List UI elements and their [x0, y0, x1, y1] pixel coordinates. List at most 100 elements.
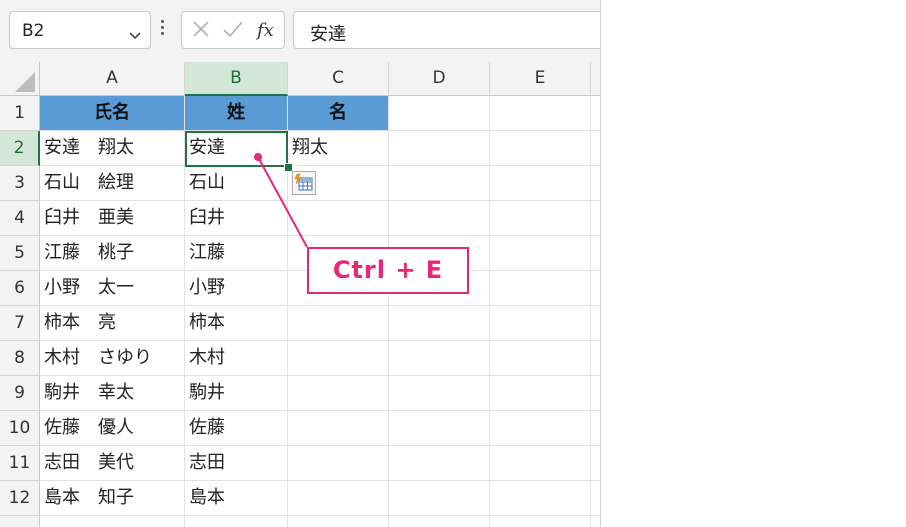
select-all-corner[interactable]: [0, 62, 40, 96]
cell-b1[interactable]: 姓: [185, 96, 288, 131]
cell-b12[interactable]: 島本: [185, 481, 288, 516]
row-header-1[interactable]: 1: [0, 96, 40, 131]
row-header-4[interactable]: 4: [0, 201, 40, 236]
cell-e12[interactable]: [490, 481, 591, 516]
cell-a3[interactable]: 石山 絵理: [40, 166, 185, 201]
row-header-8[interactable]: 8: [0, 341, 40, 376]
cell-f2[interactable]: [591, 131, 600, 166]
cell-c10[interactable]: [288, 411, 389, 446]
cell-d11[interactable]: [389, 446, 490, 481]
cell-d12[interactable]: [389, 481, 490, 516]
cell-a7[interactable]: 柿本 亮: [40, 306, 185, 341]
cell-d8[interactable]: [389, 341, 490, 376]
excel-window: B2 fx 安達 A B C D E 1 2 3 4 5 6 7 8 9 10 …: [0, 0, 601, 527]
cell-b6[interactable]: 小野: [185, 271, 288, 306]
cell-c11[interactable]: [288, 446, 389, 481]
cell-f1[interactable]: [591, 96, 600, 131]
column-header-e[interactable]: E: [490, 62, 591, 96]
cell-e11[interactable]: [490, 446, 591, 481]
cell-b11[interactable]: 志田: [185, 446, 288, 481]
formula-buttons: fx: [181, 11, 285, 49]
cell-a5[interactable]: 江藤 桃子: [40, 236, 185, 271]
cell-f5[interactable]: [591, 236, 600, 271]
cell-c12[interactable]: [288, 481, 389, 516]
cell-c7[interactable]: [288, 306, 389, 341]
cell-c2[interactable]: 翔太: [288, 131, 389, 166]
column-header-a[interactable]: A: [40, 62, 185, 96]
flash-fill-icon[interactable]: [292, 171, 316, 195]
cell-f12[interactable]: [591, 481, 600, 516]
cell-a11[interactable]: 志田 美代: [40, 446, 185, 481]
column-header-d[interactable]: D: [389, 62, 490, 96]
formula-bar-area: B2 fx 安達: [0, 0, 600, 62]
more-vertical-icon[interactable]: [161, 17, 167, 43]
cell-a8[interactable]: 木村 さゆり: [40, 341, 185, 376]
cell-b4[interactable]: 臼井: [185, 201, 288, 236]
cell-e8[interactable]: [490, 341, 591, 376]
cancel-x-icon[interactable]: [191, 18, 211, 44]
row-header-5[interactable]: 5: [0, 236, 40, 271]
cell-d9[interactable]: [389, 376, 490, 411]
chevron-down-icon[interactable]: [128, 26, 142, 45]
cell-e5[interactable]: [490, 236, 591, 271]
cell-f10[interactable]: [591, 411, 600, 446]
cell-d10[interactable]: [389, 411, 490, 446]
cell-a10[interactable]: 佐藤 優人: [40, 411, 185, 446]
cell-b3[interactable]: 石山: [185, 166, 288, 201]
row-header-6[interactable]: 6: [0, 271, 40, 306]
cell-f6[interactable]: [591, 271, 600, 306]
cell-d4[interactable]: [389, 201, 490, 236]
cell-f7[interactable]: [591, 306, 600, 341]
row-header-7[interactable]: 7: [0, 306, 40, 341]
cell-b8[interactable]: 木村: [185, 341, 288, 376]
cell-f4[interactable]: [591, 201, 600, 236]
cell-f3[interactable]: [591, 166, 600, 201]
row-header-11[interactable]: 11: [0, 446, 40, 481]
formula-input[interactable]: 安達: [293, 11, 600, 49]
name-box-value: B2: [22, 21, 45, 41]
cell-b9[interactable]: 駒井: [185, 376, 288, 411]
cell-d1[interactable]: [389, 96, 490, 131]
cell-e10[interactable]: [490, 411, 591, 446]
cell-b2[interactable]: 安達: [185, 131, 288, 166]
cell-a4[interactable]: 臼井 亜美: [40, 201, 185, 236]
cell-e3[interactable]: [490, 166, 591, 201]
cell-b10[interactable]: 佐藤: [185, 411, 288, 446]
cell-a9[interactable]: 駒井 幸太: [40, 376, 185, 411]
cell-d2[interactable]: [389, 131, 490, 166]
cell-a6[interactable]: 小野 太一: [40, 271, 185, 306]
cell-a12[interactable]: 島本 知子: [40, 481, 185, 516]
row-header-12[interactable]: 12: [0, 481, 40, 516]
cell-f9[interactable]: [591, 376, 600, 411]
name-box[interactable]: B2: [9, 11, 151, 49]
cell-e7[interactable]: [490, 306, 591, 341]
cell-b7[interactable]: 柿本: [185, 306, 288, 341]
row-header-10[interactable]: 10: [0, 411, 40, 446]
row-header-2[interactable]: 2: [0, 131, 40, 166]
row-header-9[interactable]: 9: [0, 376, 40, 411]
column-header-overflow: [591, 62, 600, 96]
fx-icon[interactable]: fx: [255, 18, 280, 46]
cell-d3[interactable]: [389, 166, 490, 201]
cell-overflow: [389, 516, 490, 527]
row-header-3[interactable]: 3: [0, 166, 40, 201]
cell-c1[interactable]: 名: [288, 96, 389, 131]
cell-overflow: [288, 516, 389, 527]
column-header-b[interactable]: B: [185, 62, 288, 96]
cell-f11[interactable]: [591, 446, 600, 481]
cell-f8[interactable]: [591, 341, 600, 376]
cell-b5[interactable]: 江藤: [185, 236, 288, 271]
cell-a1[interactable]: 氏名: [40, 96, 185, 131]
cell-c8[interactable]: [288, 341, 389, 376]
column-header-c[interactable]: C: [288, 62, 389, 96]
cell-e1[interactable]: [490, 96, 591, 131]
cell-e6[interactable]: [490, 271, 591, 306]
cell-e2[interactable]: [490, 131, 591, 166]
cell-e4[interactable]: [490, 201, 591, 236]
cell-c9[interactable]: [288, 376, 389, 411]
check-icon[interactable]: [222, 18, 244, 44]
cell-c4[interactable]: [288, 201, 389, 236]
cell-d7[interactable]: [389, 306, 490, 341]
cell-a2[interactable]: 安達 翔太: [40, 131, 185, 166]
cell-e9[interactable]: [490, 376, 591, 411]
